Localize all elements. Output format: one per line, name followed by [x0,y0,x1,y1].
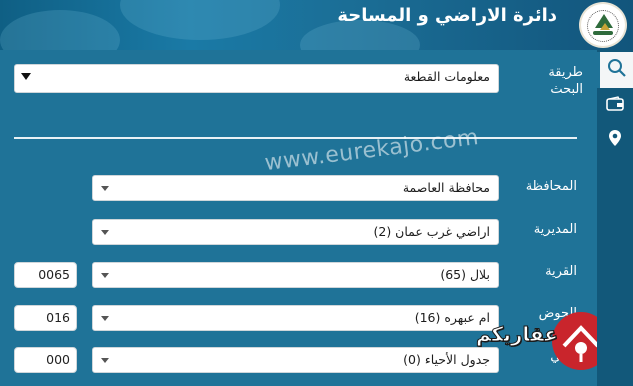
basin-select[interactable]: ام عبهره (16) [92,305,499,331]
village-code-value: 0065 [38,267,70,282]
village-code-input[interactable]: 0065 [14,262,77,288]
chevron-down-icon [21,73,31,80]
neighborhood-code-value: 000 [46,352,70,367]
governorate-select[interactable]: محافظة العاصمة [92,175,499,201]
icon-rail [597,50,633,386]
brand-name: عقاريكم [476,322,559,347]
neighborhood-code-input[interactable]: 000 [14,347,77,373]
village-select[interactable]: بلال (65) [92,262,499,288]
search-method-value: معلومات القطعة [403,69,490,84]
form-divider [14,137,577,139]
chevron-down-icon [101,316,109,321]
header-decoration [0,10,120,50]
directorate-label: المديرية [533,222,577,237]
search-method-select[interactable]: معلومات القطعة [14,64,499,93]
rail-location-button[interactable] [597,122,633,158]
header-decoration [120,0,280,40]
location-pin-icon [608,129,622,151]
search-icon [607,58,627,82]
page-title: دائرة الاراضي و المساحة [337,5,557,26]
chevron-down-icon [101,186,109,191]
rail-search-button[interactable] [597,52,633,88]
neighborhood-select[interactable]: جدول الأحياء (0) [92,347,499,373]
rail-wallet-button[interactable] [597,88,633,124]
governorate-label: المحافظة [525,179,577,194]
village-label: القرية [545,264,577,279]
app-header: دائرة الاراضي و المساحة [0,0,633,50]
directorate-select[interactable]: اراضي غرب عمان (2) [92,219,499,245]
chevron-down-icon [101,230,109,235]
directorate-value: اراضي غرب عمان (2) [373,224,490,239]
basin-code-input[interactable]: 016 [14,305,77,331]
wallet-icon [606,96,624,116]
governorate-value: محافظة العاصمة [402,180,490,195]
chevron-down-icon [101,273,109,278]
chevron-down-icon [101,358,109,363]
village-value: بلال (65) [440,267,490,282]
dls-logo [579,2,627,48]
brand-logo: عقاريكم [476,312,616,372]
basin-code-value: 016 [46,310,70,325]
search-method-label: طريقة البحث [548,65,583,97]
